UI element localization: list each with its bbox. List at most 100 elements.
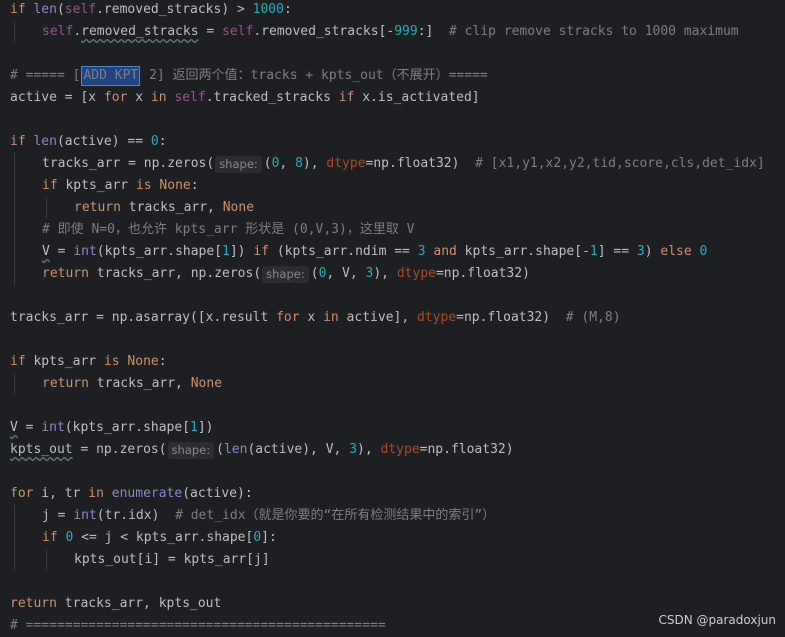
builtin: len (223, 442, 248, 457)
code-text: x (127, 90, 151, 105)
code-line[interactable]: j = int (tr.idx) # det_idx（就是你要的“在所有检测结果中… (42, 505, 495, 527)
code-line[interactable]: if 0 <= j < kpts_arr.shape[0]: (42, 527, 277, 549)
code-text: tracks_arr, (120, 200, 223, 215)
keyword: if (253, 244, 269, 259)
code-text: kpts_arr (25, 354, 104, 369)
keyword: None (159, 178, 191, 193)
code-text: . (73, 24, 82, 39)
comment: # ======================================… (10, 618, 386, 633)
code-line[interactable]: if kpts_arr is None: (10, 351, 167, 373)
number: 0 (65, 530, 74, 545)
code-line[interactable]: self. removed_stracks = self .removed_stra… (42, 21, 739, 43)
code-line[interactable]: if len (active) == 0: (10, 131, 167, 153)
code-line[interactable]: active = [x for x in self .tracked_strack… (10, 87, 480, 109)
code-text: :] (417, 24, 450, 39)
code-text: ), (373, 266, 397, 281)
builtin: int (73, 244, 97, 259)
indent-guide (14, 373, 15, 395)
keyword: if (42, 178, 58, 193)
builtin: int (41, 420, 65, 435)
named-param: dtype (380, 442, 420, 457)
code-text: active = [x (10, 90, 104, 105)
comment: # 即使 N=0，也允许 kpts_arr 形状是 (0,V,3)，这里取 V (42, 222, 415, 237)
code-text: kpts_out[i] = kpts_arr[j] (74, 552, 270, 567)
keyword: in (150, 90, 167, 105)
number: 3 (365, 266, 374, 281)
keyword: if (10, 2, 34, 17)
code-text: = (49, 244, 74, 259)
code-line[interactable]: # 即使 N=0，也允许 kpts_arr 形状是 (0,V,3)，这里取 V (42, 219, 415, 241)
code-line[interactable]: return tracks_arr, np.zeros(shape:(0, V,… (42, 263, 530, 285)
number: 1 (222, 244, 230, 259)
code-line[interactable]: return tracks_arr, None (74, 197, 254, 219)
code-text: , V, (326, 266, 366, 281)
named-param: dtype (326, 156, 366, 171)
self-ref: self (64, 2, 97, 17)
watermark: CSDN @paradoxjun (658, 613, 776, 627)
code-line[interactable]: kpts_out[i] = kpts_arr[j] (74, 549, 270, 571)
code-line[interactable]: if kpts_arr is None: (42, 175, 199, 197)
code-text: = np.zeros( (72, 442, 167, 457)
comment: # det_idx（就是你要的“在所有检测结果中的索引”） (175, 508, 496, 523)
keyword: is (135, 178, 152, 193)
indent-guide (46, 549, 47, 571)
comment: # clip remove stracks to 1000 maximum (449, 24, 739, 39)
code-text: ]) (197, 420, 214, 435)
keyword: in (323, 310, 339, 325)
code-text: ]) (229, 244, 254, 259)
code-text: tracks_arr, kpts_out (56, 596, 222, 611)
code-line[interactable]: return tracks_arr, kpts_out (10, 593, 221, 615)
variable-v: V (10, 420, 18, 435)
number: 0 (699, 244, 708, 259)
code-line[interactable]: for i, tr in enumerate (active): (10, 483, 253, 505)
builtin: enumerate (111, 486, 183, 501)
code-text: =np.float32) (435, 266, 530, 281)
code-line[interactable]: kpts_out = np.zeros(shape:(len (active), … (10, 439, 514, 461)
code-editor[interactable]: if len(self .removed_stracks) > 1000: sel… (0, 0, 785, 635)
code-text: i, tr (33, 486, 89, 501)
code-text: (active), V, (247, 442, 350, 457)
self-ref: self (174, 90, 206, 105)
code-text: : (158, 354, 167, 369)
keyword: else (660, 244, 692, 259)
code-text: ] == (597, 244, 637, 259)
keyword: return (42, 266, 89, 281)
keyword: and (433, 244, 457, 259)
code-line[interactable]: tracks_arr = np.zeros(shape:(0, 8), dtyp… (42, 153, 765, 175)
code-line[interactable]: V = int (kpts_arr.shape[1]) if (kpts_arr.… (42, 241, 707, 263)
code-text: : (158, 134, 167, 149)
variable-v: V (42, 244, 50, 259)
code-text: ]: (261, 530, 277, 545)
keyword: if (10, 354, 26, 369)
code-text: tracks_arr, np.zeros( (88, 266, 262, 281)
code-line[interactable]: if len(self .removed_stracks) > 1000: (10, 0, 292, 21)
self-ref: self (42, 24, 74, 39)
code-line[interactable]: V = int (kpts_arr.shape[1]) (10, 417, 214, 439)
code-text: tracks_arr = np.asarray([x.result (10, 310, 277, 325)
number: 0 (150, 134, 159, 149)
code-text: =np.float32) (419, 442, 514, 457)
code-line[interactable]: tracks_arr = np.asarray([x.result for x … (10, 307, 621, 329)
code-line[interactable]: return tracks_arr, None (42, 373, 222, 395)
named-param: dtype (417, 310, 457, 325)
parameter-hint: shape: (262, 265, 309, 283)
keyword: for (10, 486, 34, 501)
code-text: j = (42, 508, 74, 523)
comment: # [x1,y1,x2,y2,tid,score,cls,det_idx] (475, 156, 765, 171)
named-param: dtype (396, 266, 436, 281)
indent-guide (14, 505, 15, 571)
keyword: if (10, 134, 34, 149)
code-line[interactable]: # ======================================… (10, 615, 386, 637)
keyword: if (42, 530, 58, 545)
code-line[interactable]: # ===== [ADD KPT 2] 返回两个值：tracks + kpts_… (10, 65, 488, 87)
selected-text[interactable]: ADD KPT (81, 66, 141, 86)
number: 1 (589, 244, 598, 259)
keyword: return (74, 200, 121, 215)
code-text: = (198, 24, 223, 39)
keyword: in (88, 486, 104, 501)
code-text: x.is_activated] (354, 90, 480, 105)
number: 3 (417, 244, 426, 259)
comment: 2] 返回两个值：tracks + kpts_out（不展开）===== (141, 68, 488, 83)
